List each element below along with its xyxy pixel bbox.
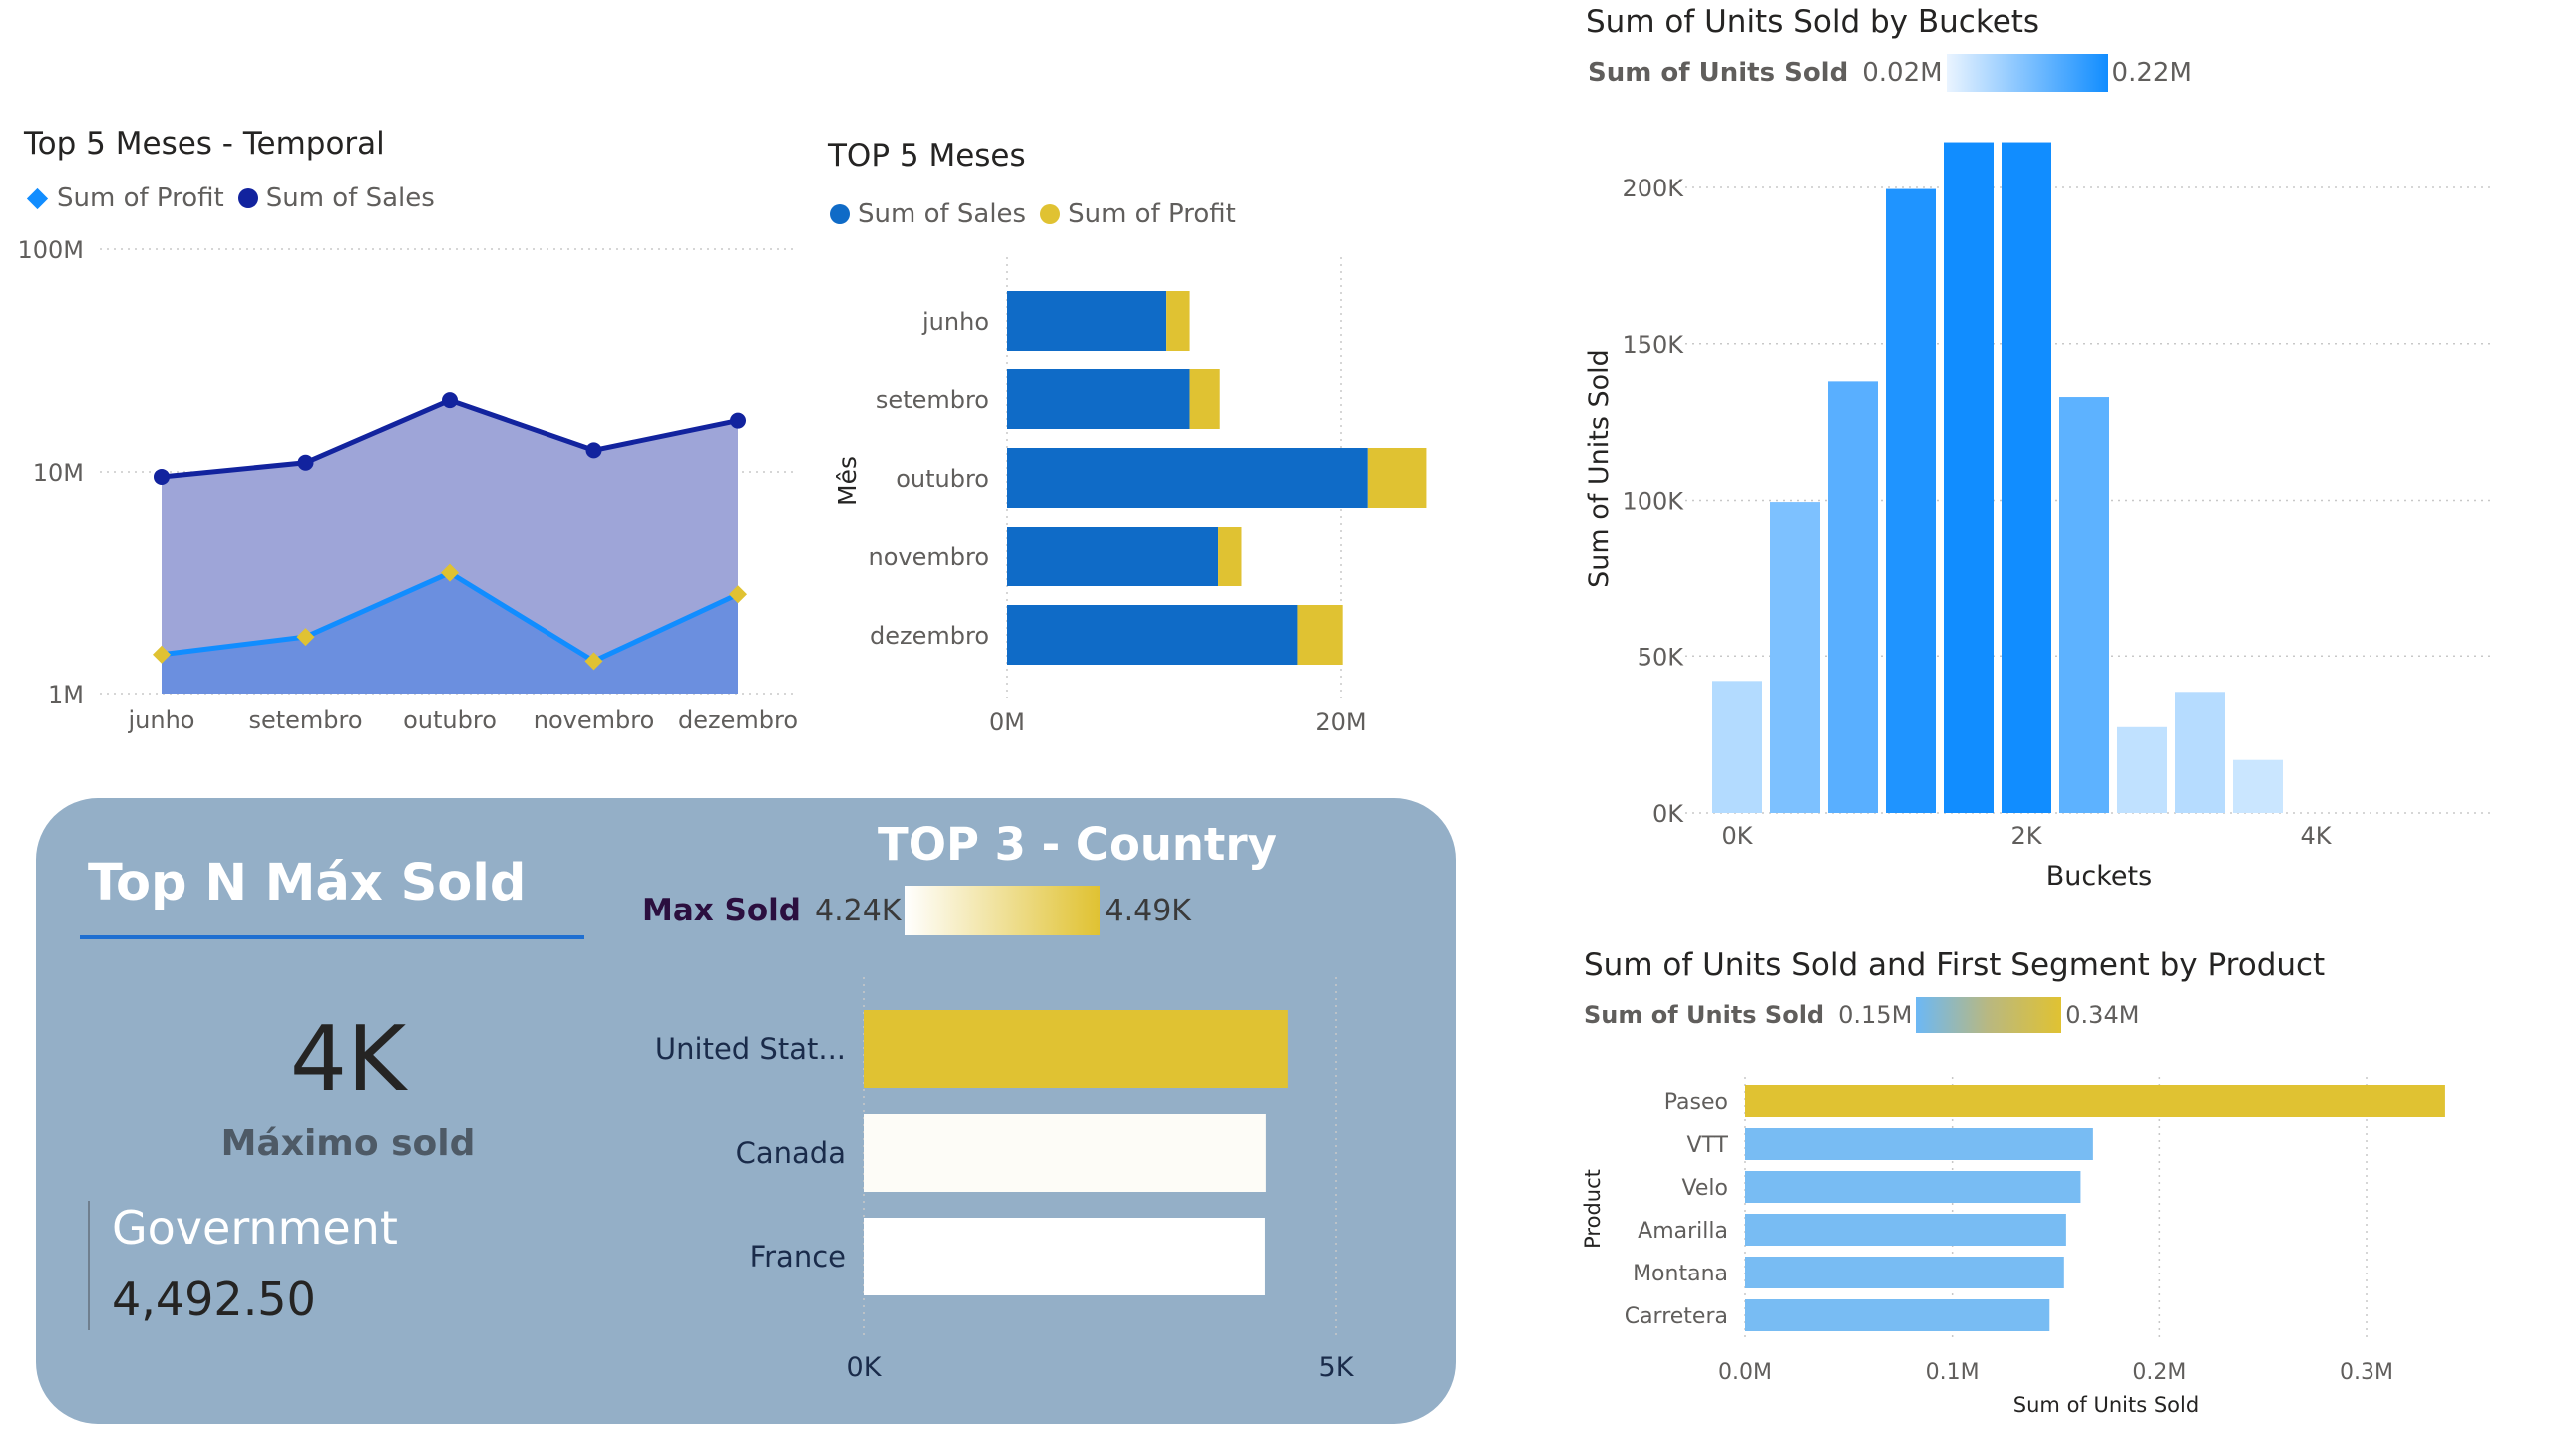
category-label: Carretera: [1625, 1304, 1728, 1329]
product-x-ticks: 0.0M 0.1M 0.2M 0.3M: [1718, 1360, 2393, 1385]
product-bar[interactable]: [1745, 1214, 2066, 1246]
x-tick-label: 0.2M: [2132, 1360, 2186, 1385]
x-tick-label: 0.1M: [1926, 1360, 1980, 1385]
product-bar[interactable]: [1745, 1257, 2064, 1288]
product-bar[interactable]: [1745, 1085, 2445, 1117]
product-plot[interactable]: Paseo VTT Velo Amarilla Montana Carretera 0.0…: [0, 0, 2553, 1456]
product-bar[interactable]: [1745, 1299, 2050, 1331]
product-x-axis-label: Sum of Units Sold: [2013, 1393, 2199, 1417]
category-label: VTT: [1686, 1133, 1728, 1158]
product-y-axis-label: Product: [1581, 1169, 1605, 1249]
category-label: Amarilla: [1638, 1219, 1728, 1244]
product-category-labels: Paseo VTT Velo Amarilla Montana Carretera: [1625, 1090, 1729, 1329]
product-bar[interactable]: [1745, 1128, 2093, 1160]
category-label: Velo: [1682, 1176, 1728, 1201]
category-label: Paseo: [1664, 1090, 1728, 1115]
product-bar[interactable]: [1745, 1171, 2081, 1203]
product-bars[interactable]: [1745, 1085, 2445, 1331]
x-tick-label: 0.0M: [1718, 1360, 1772, 1385]
category-label: Montana: [1633, 1262, 1728, 1286]
x-tick-label: 0.3M: [2340, 1360, 2393, 1385]
